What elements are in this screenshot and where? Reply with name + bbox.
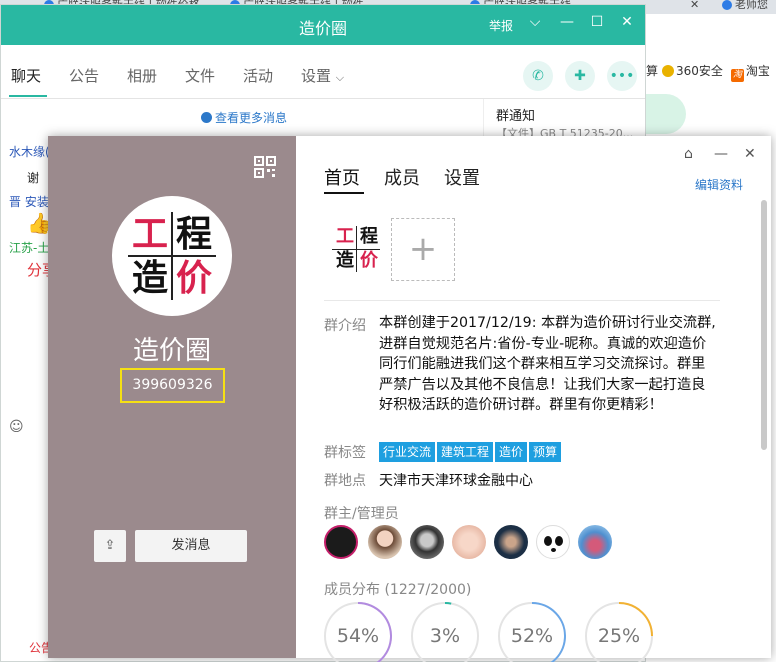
chat-title: 造价圈 (298, 19, 347, 38)
tab-settings[interactable]: 设置 ⌵ (301, 65, 344, 86)
minimize-icon[interactable]: — (559, 14, 575, 30)
close-icon[interactable]: ✕ (619, 14, 635, 30)
logo-char: 造 (131, 257, 168, 299)
group-number: 399609326 (120, 368, 225, 403)
group-profile-sidebar: 工 程 造 价 造价圈 399609326 ⇪ 发消息 (48, 136, 296, 658)
logo-char: 工 (336, 226, 354, 247)
divider (324, 300, 720, 301)
tab-album[interactable]: 相册 (127, 65, 157, 86)
avatar[interactable] (536, 525, 570, 559)
tab-members[interactable]: 成员 (384, 164, 420, 190)
bookmark-bar: 算 360安全淘淘宝 (646, 60, 776, 82)
tab-home[interactable]: 首页 (324, 164, 360, 190)
logo-char: 程 (360, 226, 378, 247)
avatar[interactable] (324, 525, 358, 559)
distribution-ring[interactable]: 3% (411, 602, 479, 662)
group-name: 造价圈 (132, 336, 211, 366)
message-text: 谢 (27, 171, 40, 185)
avatar[interactable] (578, 525, 612, 559)
tab-chat[interactable]: 聊天 (11, 65, 41, 86)
chevron-down-icon[interactable]: ⌵ (527, 14, 543, 30)
group-intro: 本群创建于2017/12/19: 本群为造价研讨行业交流群,进群自觉规范名片:省… (379, 315, 716, 413)
logo-char: 程 (175, 213, 212, 255)
group-info-main: ⌂ — ✕ 首页 成员 设置 编辑资料 工 程 造 价 + 群介绍 本群创建于2… (296, 136, 771, 662)
avatar[interactable] (494, 525, 528, 559)
edit-profile-link[interactable]: 编辑资料 (695, 176, 743, 193)
pin-icon[interactable]: ⌂ (684, 146, 693, 162)
distribution-ring[interactable]: 52% (498, 602, 566, 662)
send-message-button[interactable]: 发消息 (135, 530, 247, 562)
message-sender[interactable]: 晋 安装 (9, 193, 49, 210)
browser-tab-close-icon[interactable]: ✕ (690, 0, 699, 14)
more-messages-link[interactable]: 查看更多消息 (201, 109, 287, 126)
tag[interactable]: 行业交流 (379, 442, 436, 462)
maximize-icon[interactable]: ☐ (589, 14, 605, 30)
distribution-ring[interactable]: 54% (324, 602, 392, 662)
360-icon (662, 65, 675, 77)
location-label: 群地点 (324, 473, 366, 489)
qr-code-icon[interactable] (254, 156, 276, 178)
bookmark-item[interactable]: 淘淘宝 (730, 64, 774, 82)
taobao-icon: 淘 (730, 69, 744, 82)
distribution-ring[interactable]: 25% (585, 602, 653, 662)
tag[interactable]: 造价 (495, 442, 528, 462)
chat-titlebar: 造价圈 举报 ⌵ — ☐ ✕ (1, 5, 645, 45)
active-tab-indicator (324, 192, 364, 194)
share-button[interactable]: ⇪ (94, 530, 126, 562)
ring-arc (531, 602, 566, 662)
avatar[interactable] (410, 525, 444, 559)
notice-panel: 群通知 【文件】GB T 51235-20... (483, 99, 645, 140)
avatar[interactable] (452, 525, 486, 559)
emoji-icon[interactable]: ☺ (9, 419, 24, 435)
tag-list: 行业交流 建筑工程 造价 预算 (379, 442, 563, 462)
browser-tab[interactable]: 老师您 (722, 0, 768, 14)
intro-label: 群介绍 (324, 318, 366, 334)
add-chat-icon[interactable]: ✚ (565, 61, 595, 91)
ring-arc (444, 602, 452, 605)
tab-activity[interactable]: 活动 (243, 65, 273, 86)
tag[interactable]: 建筑工程 (437, 442, 494, 462)
active-tab-indicator (9, 95, 47, 97)
clock-icon (201, 112, 212, 123)
add-photo-button[interactable]: + (391, 218, 455, 281)
bookmark-item[interactable]: 360安全 (662, 64, 727, 78)
logo-char: 价 (175, 257, 212, 299)
tab-files[interactable]: 文件 (185, 65, 215, 86)
tab-settings[interactable]: 设置 (444, 164, 480, 190)
notice-title: 群通知 (496, 109, 536, 124)
close-icon[interactable]: ✕ (744, 146, 756, 162)
logo-char: 工 (131, 213, 168, 255)
warning-icon (646, 94, 686, 134)
chat-tab-bar: 聊天 公告 相册 文件 活动 设置 ⌵ ✆ ✚ ••• (1, 45, 645, 99)
avatar[interactable] (368, 525, 402, 559)
scrollbar[interactable] (761, 200, 767, 450)
message-sender[interactable]: 江苏-土 (9, 239, 49, 256)
tag[interactable]: 预算 (529, 442, 562, 462)
ring-arc (357, 602, 392, 662)
ring-arc (618, 602, 653, 637)
phone-icon[interactable]: ✆ (523, 61, 553, 91)
distribution-label: 成员分布 (1227/2000) (324, 582, 472, 598)
admin-label: 群主/管理员 (324, 506, 399, 522)
group-photo[interactable]: 工 程 造 价 (324, 218, 388, 280)
more-icon[interactable]: ••• (607, 61, 637, 91)
group-location: 天津市天津环球金融中心 (379, 473, 533, 489)
bookmark-item[interactable]: 算 (646, 64, 658, 78)
message-sender[interactable]: 水木缘( (9, 143, 50, 160)
share-icon: ⇪ (104, 538, 116, 553)
group-avatar[interactable]: 工 程 造 价 (112, 196, 232, 316)
tab-notice[interactable]: 公告 (69, 65, 99, 86)
report-button[interactable]: 举报 (489, 17, 513, 34)
tags-label: 群标签 (324, 445, 366, 461)
browser-tab-icon (722, 0, 732, 10)
group-info-dialog: 工 程 造 价 造价圈 399609326 ⇪ 发消息 ⌂ — ✕ 首页 成员 … (48, 136, 771, 662)
logo-char: 价 (360, 250, 378, 271)
logo-char: 造 (336, 250, 354, 271)
minimize-icon[interactable]: — (714, 146, 728, 162)
chevron-down-icon: ⌵ (335, 71, 345, 84)
